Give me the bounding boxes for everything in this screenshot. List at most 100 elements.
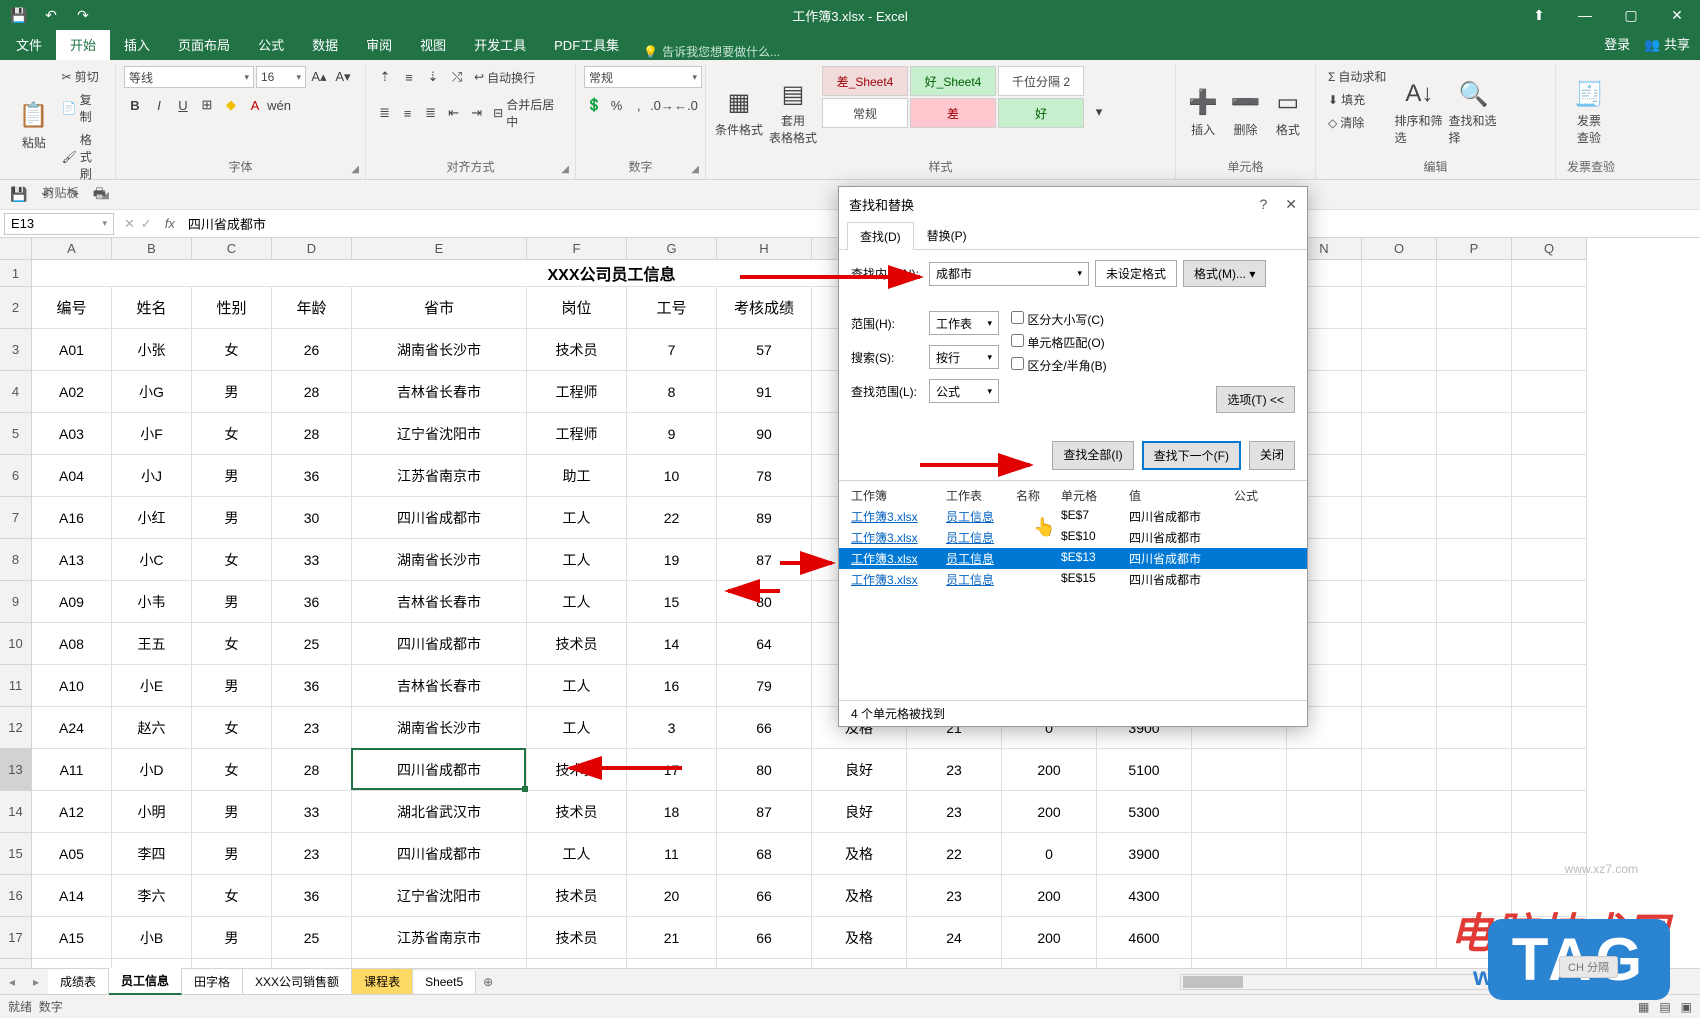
table-cell[interactable]: 3 [627, 707, 717, 749]
number-format-combo[interactable]: 常规▾ [584, 66, 702, 88]
table-cell[interactable]: 赵六 [112, 707, 192, 749]
row-header[interactable]: 16 [0, 875, 32, 917]
indent-inc-icon[interactable]: ⇥ [466, 102, 487, 124]
table-cell[interactable] [1437, 833, 1512, 875]
table-cell[interactable]: 23 [907, 875, 1002, 917]
table-cell[interactable]: 工程师 [527, 371, 627, 413]
font-size-combo[interactable]: 16▾ [256, 66, 306, 88]
table-cell[interactable]: 四川省成都市 [352, 497, 527, 539]
table-cell[interactable] [1437, 707, 1512, 749]
table-cell[interactable]: 21 [627, 917, 717, 959]
table-cell[interactable]: 女 [192, 875, 272, 917]
table-cell[interactable] [1287, 917, 1362, 959]
minimize-icon[interactable]: — [1562, 0, 1608, 30]
table-cell[interactable]: 57 [717, 329, 812, 371]
table-cell[interactable]: 江苏省南京市 [352, 917, 527, 959]
table-cell[interactable]: 0 [1002, 833, 1097, 875]
search-combo[interactable]: 按行▾ [929, 345, 999, 369]
table-cell[interactable]: 吉林省长春市 [352, 581, 527, 623]
row-header[interactable]: 8 [0, 539, 32, 581]
table-cell[interactable]: A10 [32, 665, 112, 707]
table-cell[interactable]: 65 [717, 959, 812, 968]
table-cell[interactable]: 90 [717, 413, 812, 455]
table-cell[interactable] [1192, 791, 1287, 833]
login-link[interactable]: 登录 [1604, 34, 1630, 53]
table-cell[interactable]: 工人 [527, 707, 627, 749]
conditional-format-button[interactable]: ▦条件格式 [714, 66, 764, 158]
table-cell[interactable]: 19 [627, 539, 717, 581]
table-cell[interactable]: 良好 [812, 749, 907, 791]
autosum-button[interactable]: Σ 自动求和 [1324, 66, 1390, 87]
table-cell[interactable] [1512, 455, 1587, 497]
table-cell[interactable]: A13 [32, 539, 112, 581]
table-cell[interactable]: 四川省成都市 [352, 623, 527, 665]
table-cell[interactable] [1362, 413, 1437, 455]
table-cell[interactable]: 男 [192, 581, 272, 623]
column-header[interactable]: D [272, 238, 352, 260]
table-cell[interactable]: A08 [32, 623, 112, 665]
table-cell[interactable] [1287, 791, 1362, 833]
table-cell[interactable]: 吉林省长春市 [352, 665, 527, 707]
font-launcher-icon[interactable]: ◢ [351, 164, 359, 175]
table-cell[interactable]: A02 [32, 371, 112, 413]
table-cell[interactable]: 女 [192, 539, 272, 581]
table-cell[interactable] [1362, 749, 1437, 791]
fx-icon[interactable]: fx [158, 216, 182, 231]
copy-button[interactable]: 📄 复制 [58, 89, 107, 127]
decrease-font-icon[interactable]: A▾ [332, 66, 354, 88]
tell-me[interactable]: 💡 告诉我您想要做什么... [643, 43, 780, 60]
table-cell[interactable]: 200 [1002, 791, 1097, 833]
table-cell[interactable]: 3900 [1097, 833, 1192, 875]
match-whole-checkbox[interactable]: 单元格匹配(O) [1011, 334, 1107, 351]
cell-styles-gallery[interactable]: 差_Sheet4 好_Sheet4 千位分隔 2 常规 差 好 [822, 66, 1084, 158]
row-header[interactable]: 17 [0, 917, 32, 959]
table-cell[interactable]: 80 [717, 581, 812, 623]
sheet-tab[interactable]: XXX公司销售额 [243, 969, 352, 994]
table-cell[interactable]: 男 [192, 455, 272, 497]
enter-formula-icon[interactable]: ✓ [141, 216, 152, 232]
table-cell[interactable]: 吉林省长春市 [352, 959, 527, 968]
table-cell[interactable]: 26 [272, 329, 352, 371]
row-header[interactable]: 7 [0, 497, 32, 539]
table-cell[interactable]: 22 [627, 497, 717, 539]
table-cell[interactable] [1512, 665, 1587, 707]
invoice-check-button[interactable]: 🧾发票 查验 [1564, 66, 1614, 158]
table-cell[interactable]: 36 [272, 581, 352, 623]
table-cell[interactable] [1192, 749, 1287, 791]
table-cell[interactable] [1437, 371, 1512, 413]
table-cell[interactable]: 5300 [1097, 791, 1192, 833]
currency-icon[interactable]: 💲 [584, 94, 604, 116]
italic-icon[interactable]: I [148, 94, 170, 116]
table-cell[interactable]: 女 [192, 623, 272, 665]
table-cell[interactable]: 36 [272, 665, 352, 707]
table-cell[interactable]: 工人 [527, 497, 627, 539]
table-cell[interactable]: 男 [192, 665, 272, 707]
table-cell[interactable]: A11 [32, 749, 112, 791]
search-result-row[interactable]: 工作簿3.xlsx员工信息$E$7四川省成都市 [839, 506, 1307, 527]
table-cell[interactable]: 4600 [1097, 917, 1192, 959]
row-header[interactable]: 5 [0, 413, 32, 455]
table-cell[interactable] [1192, 959, 1287, 968]
table-cell[interactable]: A07 [32, 959, 112, 968]
match-width-checkbox[interactable]: 区分全/半角(B) [1011, 357, 1107, 374]
row-header[interactable]: 9 [0, 581, 32, 623]
table-cell[interactable] [1437, 497, 1512, 539]
dialog-tab-replace[interactable]: 替换(P) [914, 221, 980, 249]
row-header[interactable]: 6 [0, 455, 32, 497]
table-cell[interactable]: 64 [717, 623, 812, 665]
table-cell[interactable] [1512, 623, 1587, 665]
style-good-sheet4[interactable]: 好_Sheet4 [910, 66, 996, 96]
share-button[interactable]: 👥 共享 [1644, 34, 1690, 53]
align-top-icon[interactable]: ⇡ [374, 66, 396, 88]
table-cell[interactable]: 男 [192, 917, 272, 959]
table-cell[interactable] [1192, 833, 1287, 875]
name-box[interactable]: E13▾ [4, 213, 114, 235]
table-cell[interactable]: 工人 [527, 665, 627, 707]
table-cell[interactable]: 男 [192, 497, 272, 539]
table-cell[interactable] [1192, 917, 1287, 959]
table-cell[interactable]: 工人 [527, 959, 627, 968]
table-cell[interactable]: 22 [907, 833, 1002, 875]
add-sheet-icon[interactable]: ⊕ [476, 975, 500, 989]
table-cell[interactable]: 及格 [812, 959, 907, 968]
table-cell[interactable]: 湖南省长沙市 [352, 329, 527, 371]
